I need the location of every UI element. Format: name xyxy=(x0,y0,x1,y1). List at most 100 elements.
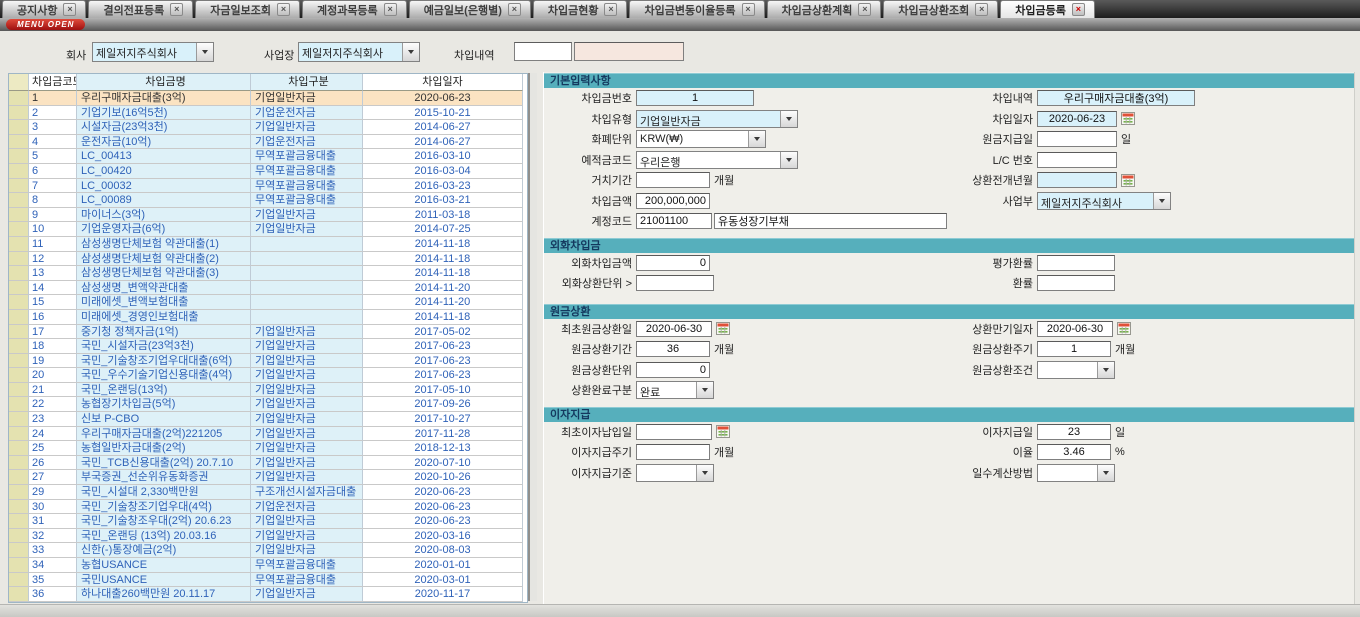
table-row[interactable]: 22농협장기차입금(5억)기업일반자금2017-09-26 xyxy=(9,397,527,412)
table-row[interactable]: 26국민_TCB신용대출(2억) 20.7.10기업일반자금2020-07-10 xyxy=(9,456,527,471)
table-row[interactable]: 16미래에셋_경영인보험대출2014-11-18 xyxy=(9,310,527,325)
first-principal-repay-date-field[interactable] xyxy=(636,321,712,337)
table-row[interactable]: 8LC_00089무역포괄금융대출2016-03-21 xyxy=(9,193,527,208)
table-row[interactable]: 36하나대출260백만원 20.11.17기업일반자금2020-11-17 xyxy=(9,587,527,602)
grace-period-field[interactable] xyxy=(636,172,710,188)
loan-number-field[interactable] xyxy=(636,90,754,106)
calendar-icon[interactable] xyxy=(1121,174,1135,187)
table-row[interactable]: 23신보 P-CBO기업일반자금2017-10-27 xyxy=(9,412,527,427)
principal-repay-cycle-field[interactable] xyxy=(1037,341,1111,357)
table-row[interactable]: 7LC_00032무역포괄금융대출2016-03-23 xyxy=(9,179,527,194)
valuation-exchange-rate-field[interactable] xyxy=(1037,255,1115,271)
tab[interactable]: 공지사항× xyxy=(2,0,86,18)
repay-complete-type-select[interactable]: 완료 xyxy=(636,381,714,399)
table-row[interactable]: 3시설자금(23억3천)기업일반자금2014-06-27 xyxy=(9,120,527,135)
table-row[interactable]: 14삼성생명_변액약관대출2014-11-20 xyxy=(9,281,527,296)
table-row[interactable]: 29국민_시설대 2,330백만원구조개선시설자금대출2020-06-23 xyxy=(9,485,527,500)
lc-number-field[interactable] xyxy=(1037,152,1117,168)
table-row[interactable]: 4운전자금(10억)기업운전자금2014-06-27 xyxy=(9,135,527,150)
table-row[interactable]: 24우리구매자금대출(2억)221205기업일반자금2017-11-28 xyxy=(9,427,527,442)
tab-close-icon[interactable]: × xyxy=(604,3,617,16)
calendar-icon[interactable] xyxy=(716,425,730,438)
table-row[interactable]: 13삼성생명단체보험 약관대출(3)2014-11-18 xyxy=(9,266,527,281)
calendar-icon[interactable] xyxy=(1117,322,1131,335)
exchange-rate-field[interactable] xyxy=(1037,275,1115,291)
tab-close-icon[interactable]: × xyxy=(170,3,183,16)
interest-pay-basis-select[interactable] xyxy=(636,464,714,482)
loan-date-field[interactable] xyxy=(1037,111,1117,127)
repay-due-date-field[interactable] xyxy=(1037,321,1113,337)
day-count-method-select[interactable] xyxy=(1037,464,1115,482)
table-row[interactable]: 32국민_온랜딩 (13억) 20.03.16기업일반자금2020-03-16 xyxy=(9,529,527,544)
repay-before-month-field[interactable] xyxy=(1037,172,1117,188)
interest-pay-day-field[interactable] xyxy=(1037,424,1111,440)
table-row[interactable]: 15미래에셋_변액보험대출2014-11-20 xyxy=(9,295,527,310)
calendar-icon[interactable] xyxy=(1121,112,1135,125)
tab[interactable]: 차입금변동이율등록× xyxy=(629,0,764,18)
fx-loan-amount-field[interactable] xyxy=(636,255,710,271)
tab-close-icon[interactable]: × xyxy=(975,3,988,16)
loan-type-select[interactable]: 기업일반자금 xyxy=(636,110,798,128)
table-row[interactable]: 1우리구매자금대출(3억)기업일반자금2020-06-23 xyxy=(9,91,527,106)
menu-open-button[interactable]: MENU OPEN xyxy=(6,19,85,30)
table-row[interactable]: 11삼성생명단체보험 약관대출(1)2014-11-18 xyxy=(9,237,527,252)
table-row[interactable]: 18국민_시설자금(23억3천)기업일반자금2017-06-23 xyxy=(9,339,527,354)
principal-repay-condition-select[interactable] xyxy=(1037,361,1115,379)
loan-detail-field[interactable] xyxy=(1037,90,1195,106)
tab[interactable]: 자금일보조회× xyxy=(195,0,300,18)
interest-rate-field[interactable] xyxy=(1037,444,1111,460)
principal-pay-day-field[interactable] xyxy=(1037,131,1117,147)
table-scrollbar[interactable] xyxy=(528,73,537,601)
loan-detail-filter-input2[interactable] xyxy=(574,42,684,61)
table-row[interactable]: 6LC_00420무역포괄금융대출2016-03-04 xyxy=(9,164,527,179)
site-select[interactable]: 제일저지주식회사 xyxy=(298,42,420,62)
table-row[interactable]: 12삼성생명단체보험 약관대출(2)2014-11-18 xyxy=(9,252,527,267)
tab[interactable]: 결의전표등록× xyxy=(88,0,193,18)
tab[interactable]: 차입금상환조회× xyxy=(883,0,998,18)
tab-close-icon[interactable]: × xyxy=(508,3,521,16)
table-row[interactable]: 2기업기보(16억5천)기업운전자금2015-10-21 xyxy=(9,106,527,121)
table-row[interactable]: 34농협USANCE무역포괄금융대출2020-01-01 xyxy=(9,558,527,573)
first-interest-pay-date-field[interactable] xyxy=(636,424,712,440)
table-row[interactable]: 9마이너스(3억)기업일반자금2011-03-18 xyxy=(9,208,527,223)
table-cell: 2020-08-03 xyxy=(363,543,523,558)
table-cell: 기업일반자금 xyxy=(251,412,363,427)
calendar-icon[interactable] xyxy=(716,322,730,335)
tab-close-icon[interactable]: × xyxy=(742,3,755,16)
tab-close-icon[interactable]: × xyxy=(63,3,76,16)
table-row[interactable]: 20국민_우수기술기업신용대출(4억)기업일반자금2017-06-23 xyxy=(9,368,527,383)
table-row[interactable]: 31국민_기술창조우대(2억) 20.6.23기업일반자금2020-06-23 xyxy=(9,514,527,529)
loan-amount-field[interactable] xyxy=(636,193,710,209)
currency-unit-select[interactable]: KRW(₩) xyxy=(636,130,766,148)
tab-close-icon[interactable]: × xyxy=(384,3,397,16)
table-row[interactable]: 21국민_온랜딩(13억)기업일반자금2017-05-10 xyxy=(9,383,527,398)
table-row[interactable]: 35국민USANCE무역포괄금융대출2020-03-01 xyxy=(9,573,527,588)
tab-close-icon[interactable]: × xyxy=(858,3,871,16)
tab-close-icon[interactable]: × xyxy=(1072,3,1085,16)
principal-repay-unit-field[interactable] xyxy=(636,362,710,378)
table-cell: 2016-03-10 xyxy=(363,149,523,164)
deposit-code-select[interactable]: 우리은행 xyxy=(636,151,798,169)
tab[interactable]: 예금일보(은행별)× xyxy=(409,0,531,18)
loan-detail-filter-input[interactable] xyxy=(514,42,572,61)
table-row[interactable]: 17중기청 정책자금(1억)기업일반자금2017-05-02 xyxy=(9,325,527,340)
table-row[interactable]: 10기업운영자금(6억)기업일반자금2014-07-25 xyxy=(9,222,527,237)
principal-repay-period-field[interactable] xyxy=(636,341,710,357)
table-row[interactable]: 30국민_기술창조기업우대(4억)기업운전자금2020-06-23 xyxy=(9,500,527,515)
tab[interactable]: 차입금현황× xyxy=(533,0,628,18)
tab[interactable]: 계정과목등록× xyxy=(302,0,407,18)
table-row[interactable]: 19국민_기술창조기업우대대출(6억)기업일반자금2017-06-23 xyxy=(9,354,527,369)
business-unit-select[interactable]: 제일저지주식회사 xyxy=(1037,192,1171,210)
account-name-field[interactable] xyxy=(714,213,947,229)
tab-close-icon[interactable]: × xyxy=(277,3,290,16)
tab[interactable]: 차입금상환계획× xyxy=(767,0,882,18)
interest-pay-cycle-field[interactable] xyxy=(636,444,710,460)
tab[interactable]: 차입금등록× xyxy=(1000,0,1095,18)
fx-repay-unit-field[interactable] xyxy=(636,275,714,291)
table-row[interactable]: 27부국증권_선순위유동화증권기업일반자금2020-10-26 xyxy=(9,470,527,485)
table-row[interactable]: 25농협일반자금대출(2억)기업일반자금2018-12-13 xyxy=(9,441,527,456)
company-select[interactable]: 제일저지주식회사 xyxy=(92,42,214,62)
account-code-field[interactable] xyxy=(636,213,712,229)
table-row[interactable]: 33신한(-)통장예금(2억)기업일반자금2020-08-03 xyxy=(9,543,527,558)
table-row[interactable]: 5LC_00413무역포괄금융대출2016-03-10 xyxy=(9,149,527,164)
